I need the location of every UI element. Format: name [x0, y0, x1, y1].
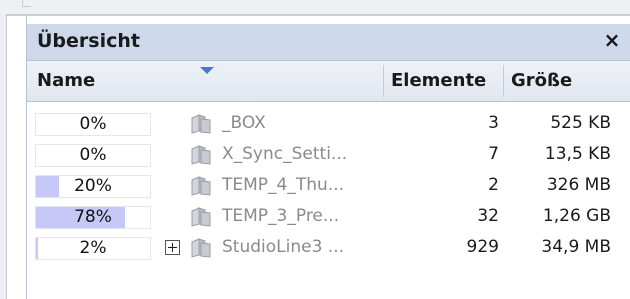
- usage-percent-bar: 78%: [35, 206, 151, 229]
- folder-name: StudioLine3 ...: [222, 237, 345, 257]
- element-count: 2: [488, 175, 499, 195]
- folder-name: _BOX: [222, 113, 266, 133]
- top-strip: [0, 0, 630, 14]
- folder-icon: [190, 145, 212, 165]
- column-header-row: Name Elemente Größe: [27, 60, 630, 102]
- usage-percent-bar: 0%: [35, 144, 151, 167]
- folder-size: 326 MB: [546, 175, 611, 195]
- table-row[interactable]: 78% TEMP_3_Pre... 32 1,26 GB: [27, 201, 630, 232]
- usage-percent-bar: 0%: [35, 113, 151, 136]
- table-row[interactable]: 2% StudioLine3 ... 929 34,9 MB: [27, 232, 630, 263]
- element-count: 7: [488, 144, 499, 164]
- folder-icon: [190, 207, 212, 227]
- column-separator[interactable]: [503, 65, 504, 97]
- usage-percent-label: 78%: [74, 207, 112, 227]
- folder-name: X_Sync_Setti...: [222, 144, 348, 164]
- element-count: 32: [477, 206, 499, 226]
- table-row[interactable]: 0% X_Sync_Setti... 7 13,5 KB: [27, 139, 630, 170]
- element-count: 3: [488, 113, 499, 133]
- usage-percent-bar: 20%: [35, 175, 151, 198]
- usage-percent-bar: 2%: [35, 237, 151, 260]
- usage-percent-label: 0%: [79, 145, 107, 165]
- folder-icon: [190, 176, 212, 196]
- usage-percent-label: 20%: [74, 176, 112, 196]
- overview-panel: Übersicht × Name Elemente Größe 0% _BOX 3 5…: [26, 16, 630, 299]
- sort-down-arrow-icon: [200, 67, 214, 74]
- column-header-size[interactable]: Größe: [511, 61, 621, 101]
- left-edge: [0, 14, 7, 299]
- folder-name: TEMP_3_Pre...: [222, 206, 340, 226]
- usage-percent-label: 2%: [79, 238, 107, 258]
- usage-percent-label: 0%: [79, 114, 107, 134]
- folder-size: 1,26 GB: [542, 206, 611, 226]
- column-header-elements[interactable]: Elemente: [391, 61, 501, 101]
- plus-box-icon[interactable]: [165, 240, 180, 255]
- folder-size: 13,5 KB: [544, 144, 611, 164]
- folder-icon: [190, 238, 212, 258]
- folder-icon: [190, 114, 212, 134]
- table-row[interactable]: 0% _BOX 3 525 KB: [27, 108, 630, 139]
- table-row[interactable]: 20% TEMP_4_Thu... 2 326 MB: [27, 170, 630, 201]
- folder-size: 34,9 MB: [541, 237, 611, 257]
- folder-size: 525 KB: [550, 113, 611, 133]
- panel-title: Übersicht: [37, 30, 140, 52]
- folder-name: TEMP_4_Thu...: [222, 175, 345, 195]
- close-icon[interactable]: ×: [601, 28, 623, 52]
- column-separator[interactable]: [383, 65, 384, 97]
- window-corner: [22, 0, 31, 7]
- panel-title-bar: Übersicht ×: [27, 24, 630, 60]
- element-count: 929: [466, 237, 499, 257]
